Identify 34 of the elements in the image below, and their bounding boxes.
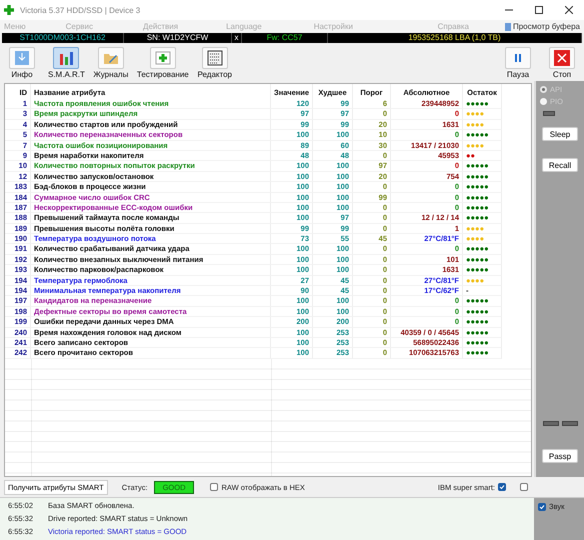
serial-number: SN: W1D2YCFW (124, 33, 232, 43)
document-icon (504, 22, 511, 30)
toolbar-tab[interactable]: Редактор (196, 47, 233, 79)
side-button[interactable]: Recall (542, 158, 578, 172)
close-icon (554, 50, 570, 66)
capacity-label: 1953525168 LBA (1,0 TB) (328, 33, 582, 43)
checkbox[interactable] (498, 483, 506, 491)
hex-grid-icon (206, 50, 223, 66)
buffer-view-button[interactable]: Просмотр буфера (504, 22, 580, 31)
indicator-light (562, 421, 578, 426)
checkbox[interactable] (520, 483, 528, 491)
firmware-version: Fw: CC57 (242, 33, 328, 43)
toolbar-tab[interactable]: S.M.A.R.T (48, 47, 85, 79)
plus-logo-icon (4, 5, 14, 15)
toolbar-tab[interactable]: Тестирование (136, 47, 189, 79)
toolbar-tab[interactable]: Инфо (4, 47, 40, 79)
checkbox[interactable] (210, 483, 218, 491)
side-button[interactable]: Sleep (542, 127, 578, 141)
stop-button[interactable]: Стоп (544, 47, 580, 79)
drive-model: ST1000DM003-1CH162 (2, 33, 124, 43)
pause-button[interactable]: Пауза (500, 47, 536, 79)
toolbar-tab[interactable]: Журналы (92, 47, 129, 79)
plus-icon (154, 50, 171, 66)
indicator-light (543, 111, 555, 116)
window-title: Victoria 5.37 HDD/SSD | Device 3 (20, 6, 142, 14)
indicator-light (542, 421, 558, 426)
bar-chart-icon (58, 50, 74, 66)
checkbox[interactable] (538, 502, 546, 510)
maximize-icon[interactable] (535, 6, 543, 14)
passport-button[interactable]: Passp (542, 449, 578, 463)
close-drive-button[interactable]: x (232, 33, 242, 43)
download-icon (14, 50, 30, 66)
pause-icon (513, 53, 523, 63)
close-icon[interactable] (565, 6, 573, 14)
